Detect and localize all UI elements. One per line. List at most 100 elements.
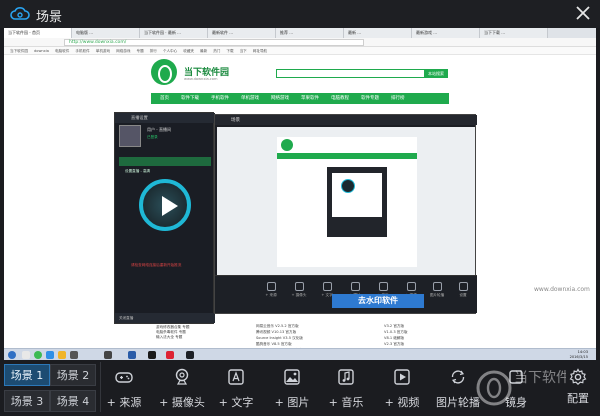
live-stream-panel: 直播设置 用户 - 直播间 已登录 设置直播 - 高清 请检查网络连接后重新开始…	[114, 112, 215, 324]
list-item[interactable]: V2.3 官方版	[384, 341, 454, 347]
music-icon	[378, 282, 388, 291]
browser-tab[interactable]: 当下下载 ...	[480, 28, 548, 38]
site-nav-item[interactable]: 苹果软件	[296, 93, 324, 104]
bookmark[interactable]: downxia	[34, 47, 49, 54]
start-icon[interactable]	[8, 351, 16, 359]
live-panel-footer: 关闭直播	[115, 313, 215, 323]
bookmark[interactable]: 当下软件园	[10, 47, 28, 54]
bookmark[interactable]: 手机软件	[75, 47, 89, 54]
chrome-icon[interactable]	[34, 351, 42, 359]
nested-window-title: 场景	[231, 118, 240, 123]
carousel-icon	[432, 282, 442, 291]
nested-tool: 图片轮播	[425, 282, 449, 298]
nested-tool-label: + 摄像头	[291, 293, 307, 297]
music-icon	[338, 369, 354, 385]
bookmark[interactable]: 下载	[226, 47, 233, 54]
ie-icon[interactable]	[46, 351, 54, 359]
scene-3-button[interactable]: 场景 3	[4, 390, 50, 412]
bookmark[interactable]: 热门	[213, 47, 220, 54]
site-nav-item[interactable]: 软件下载	[176, 93, 204, 104]
browser-tab[interactable]: 推荐 ...	[276, 28, 344, 38]
nested-tool-label: 图片轮播	[429, 293, 445, 297]
site-nav-item[interactable]: 软件专题	[356, 93, 384, 104]
add-text-button[interactable]: + 文字	[208, 368, 264, 412]
folder-icon[interactable]	[22, 351, 30, 359]
site-logo-icon	[151, 59, 177, 85]
site-nav-item[interactable]: 排行榜	[386, 93, 410, 104]
site-list-right: V3.2 官方版 V1.0.3 官方版 V8.1 破解版 V2.3 官方版	[384, 323, 454, 347]
scene-1-button[interactable]: 场景 1	[4, 364, 50, 386]
bookmark[interactable]: 专题	[137, 47, 144, 54]
browser-tab[interactable]: 电脑版 ...	[72, 28, 140, 38]
webcam-icon	[294, 282, 304, 291]
live-panel-header: 直播设置	[115, 113, 215, 123]
close-icon[interactable]	[574, 4, 592, 22]
bookmark[interactable]: 排行	[150, 47, 157, 54]
nested-preview	[217, 127, 475, 275]
add-image-label: + 图片	[274, 396, 310, 409]
watermark-remover-badge: 去水印软件	[332, 294, 424, 308]
app-icon[interactable]	[70, 351, 78, 359]
app-icon[interactable]	[186, 351, 194, 359]
site-search-input[interactable]	[276, 69, 446, 78]
scene-2-button[interactable]: 场景 2	[50, 364, 96, 386]
video-icon	[406, 282, 416, 291]
gamepad-icon	[266, 282, 276, 291]
browser-url-input[interactable]: http://www.downxia.com/	[64, 39, 364, 46]
site-nav-item[interactable]: 网络游戏	[266, 93, 294, 104]
live-quality-label: 设置直播 - 高清	[125, 169, 151, 173]
title-bar: 场景	[0, 0, 600, 28]
carousel-icon	[451, 370, 465, 384]
add-webcam-button[interactable]: + 摄像头	[154, 368, 210, 412]
add-video-label: + 视频	[384, 396, 420, 409]
browser-tab[interactable]: 最新软件 ...	[208, 28, 276, 38]
bookmark[interactable]: 最新	[200, 47, 207, 54]
add-webcam-label: + 摄像头	[159, 396, 205, 409]
live-panel-title: 直播设置	[131, 115, 148, 120]
site-nav-item[interactable]: 手机软件	[206, 93, 234, 104]
site-search-button[interactable]: 本站搜索	[424, 69, 448, 78]
nested-tool: 设置	[451, 282, 475, 298]
list-item[interactable]: 输入法大全 专题	[156, 335, 256, 340]
browser-tab[interactable]: 最新 ...	[344, 28, 412, 38]
nested-deep-screen	[332, 173, 382, 217]
nested-tool-label: 设置	[459, 293, 467, 297]
browser-tab[interactable]: 当下软件园 · 最新 ...	[140, 28, 208, 38]
site-domain: www.downxia.com	[184, 77, 218, 81]
add-video-button[interactable]: + 视频	[374, 368, 430, 412]
browser-tab[interactable]: 当下软件园 - 首页	[4, 28, 72, 38]
nested-site-nav	[277, 153, 417, 159]
app-icon[interactable]	[148, 351, 156, 359]
image-icon	[350, 282, 360, 291]
play-button-icon[interactable]	[139, 179, 191, 231]
windows-taskbar: 14:03 2016/3/15	[4, 348, 596, 360]
bookmark[interactable]: 网络游戏	[116, 47, 130, 54]
site-nav-item[interactable]: 电脑教程	[326, 93, 354, 104]
site-nav-item[interactable]: 单机游戏	[236, 93, 264, 104]
avatar	[119, 125, 141, 147]
bookmark[interactable]: 电脑软件	[55, 47, 69, 54]
bookmark[interactable]: 个人中心	[163, 47, 177, 54]
live-user-card: 用户 - 直播间 已登录	[119, 125, 211, 153]
app-icon[interactable]	[128, 351, 136, 359]
scene-preview[interactable]: 当下软件园 - 首页 电脑版 ... 当下软件园 · 最新 ... 最新软件 .…	[4, 28, 596, 360]
live-quality-bar[interactable]: 设置直播 - 高清	[119, 157, 211, 173]
site-nav-item[interactable]: 首页	[155, 93, 174, 104]
scene-4-button[interactable]: 场景 4	[50, 390, 96, 412]
explorer-icon[interactable]	[58, 351, 66, 359]
live-stop-button[interactable]: 关闭直播	[119, 316, 133, 321]
app-window: 场景 当下软件园 - 首页 电脑版 ... 当下软件园 · 最新 ... 最新软…	[0, 0, 600, 416]
browser-tab[interactable]: 最新游戏 ...	[412, 28, 480, 38]
bookmark[interactable]: 收藏夹	[183, 47, 194, 54]
bookmark[interactable]: 网址导航	[253, 47, 267, 54]
taskbar-clock: 14:03 2016/3/15	[570, 350, 588, 360]
app-icon[interactable]	[104, 351, 112, 359]
live-user-name: 用户 - 直播间	[147, 127, 171, 132]
add-image-button[interactable]: + 图片	[264, 368, 320, 412]
add-music-button[interactable]: + 音乐	[318, 368, 374, 412]
bookmark[interactable]: 当下	[240, 47, 247, 54]
add-source-button[interactable]: + 来源	[96, 368, 152, 412]
watermark-url: www.downxia.com	[534, 286, 590, 293]
app-icon[interactable]	[166, 351, 174, 359]
bookmark[interactable]: 单机游戏	[96, 47, 110, 54]
